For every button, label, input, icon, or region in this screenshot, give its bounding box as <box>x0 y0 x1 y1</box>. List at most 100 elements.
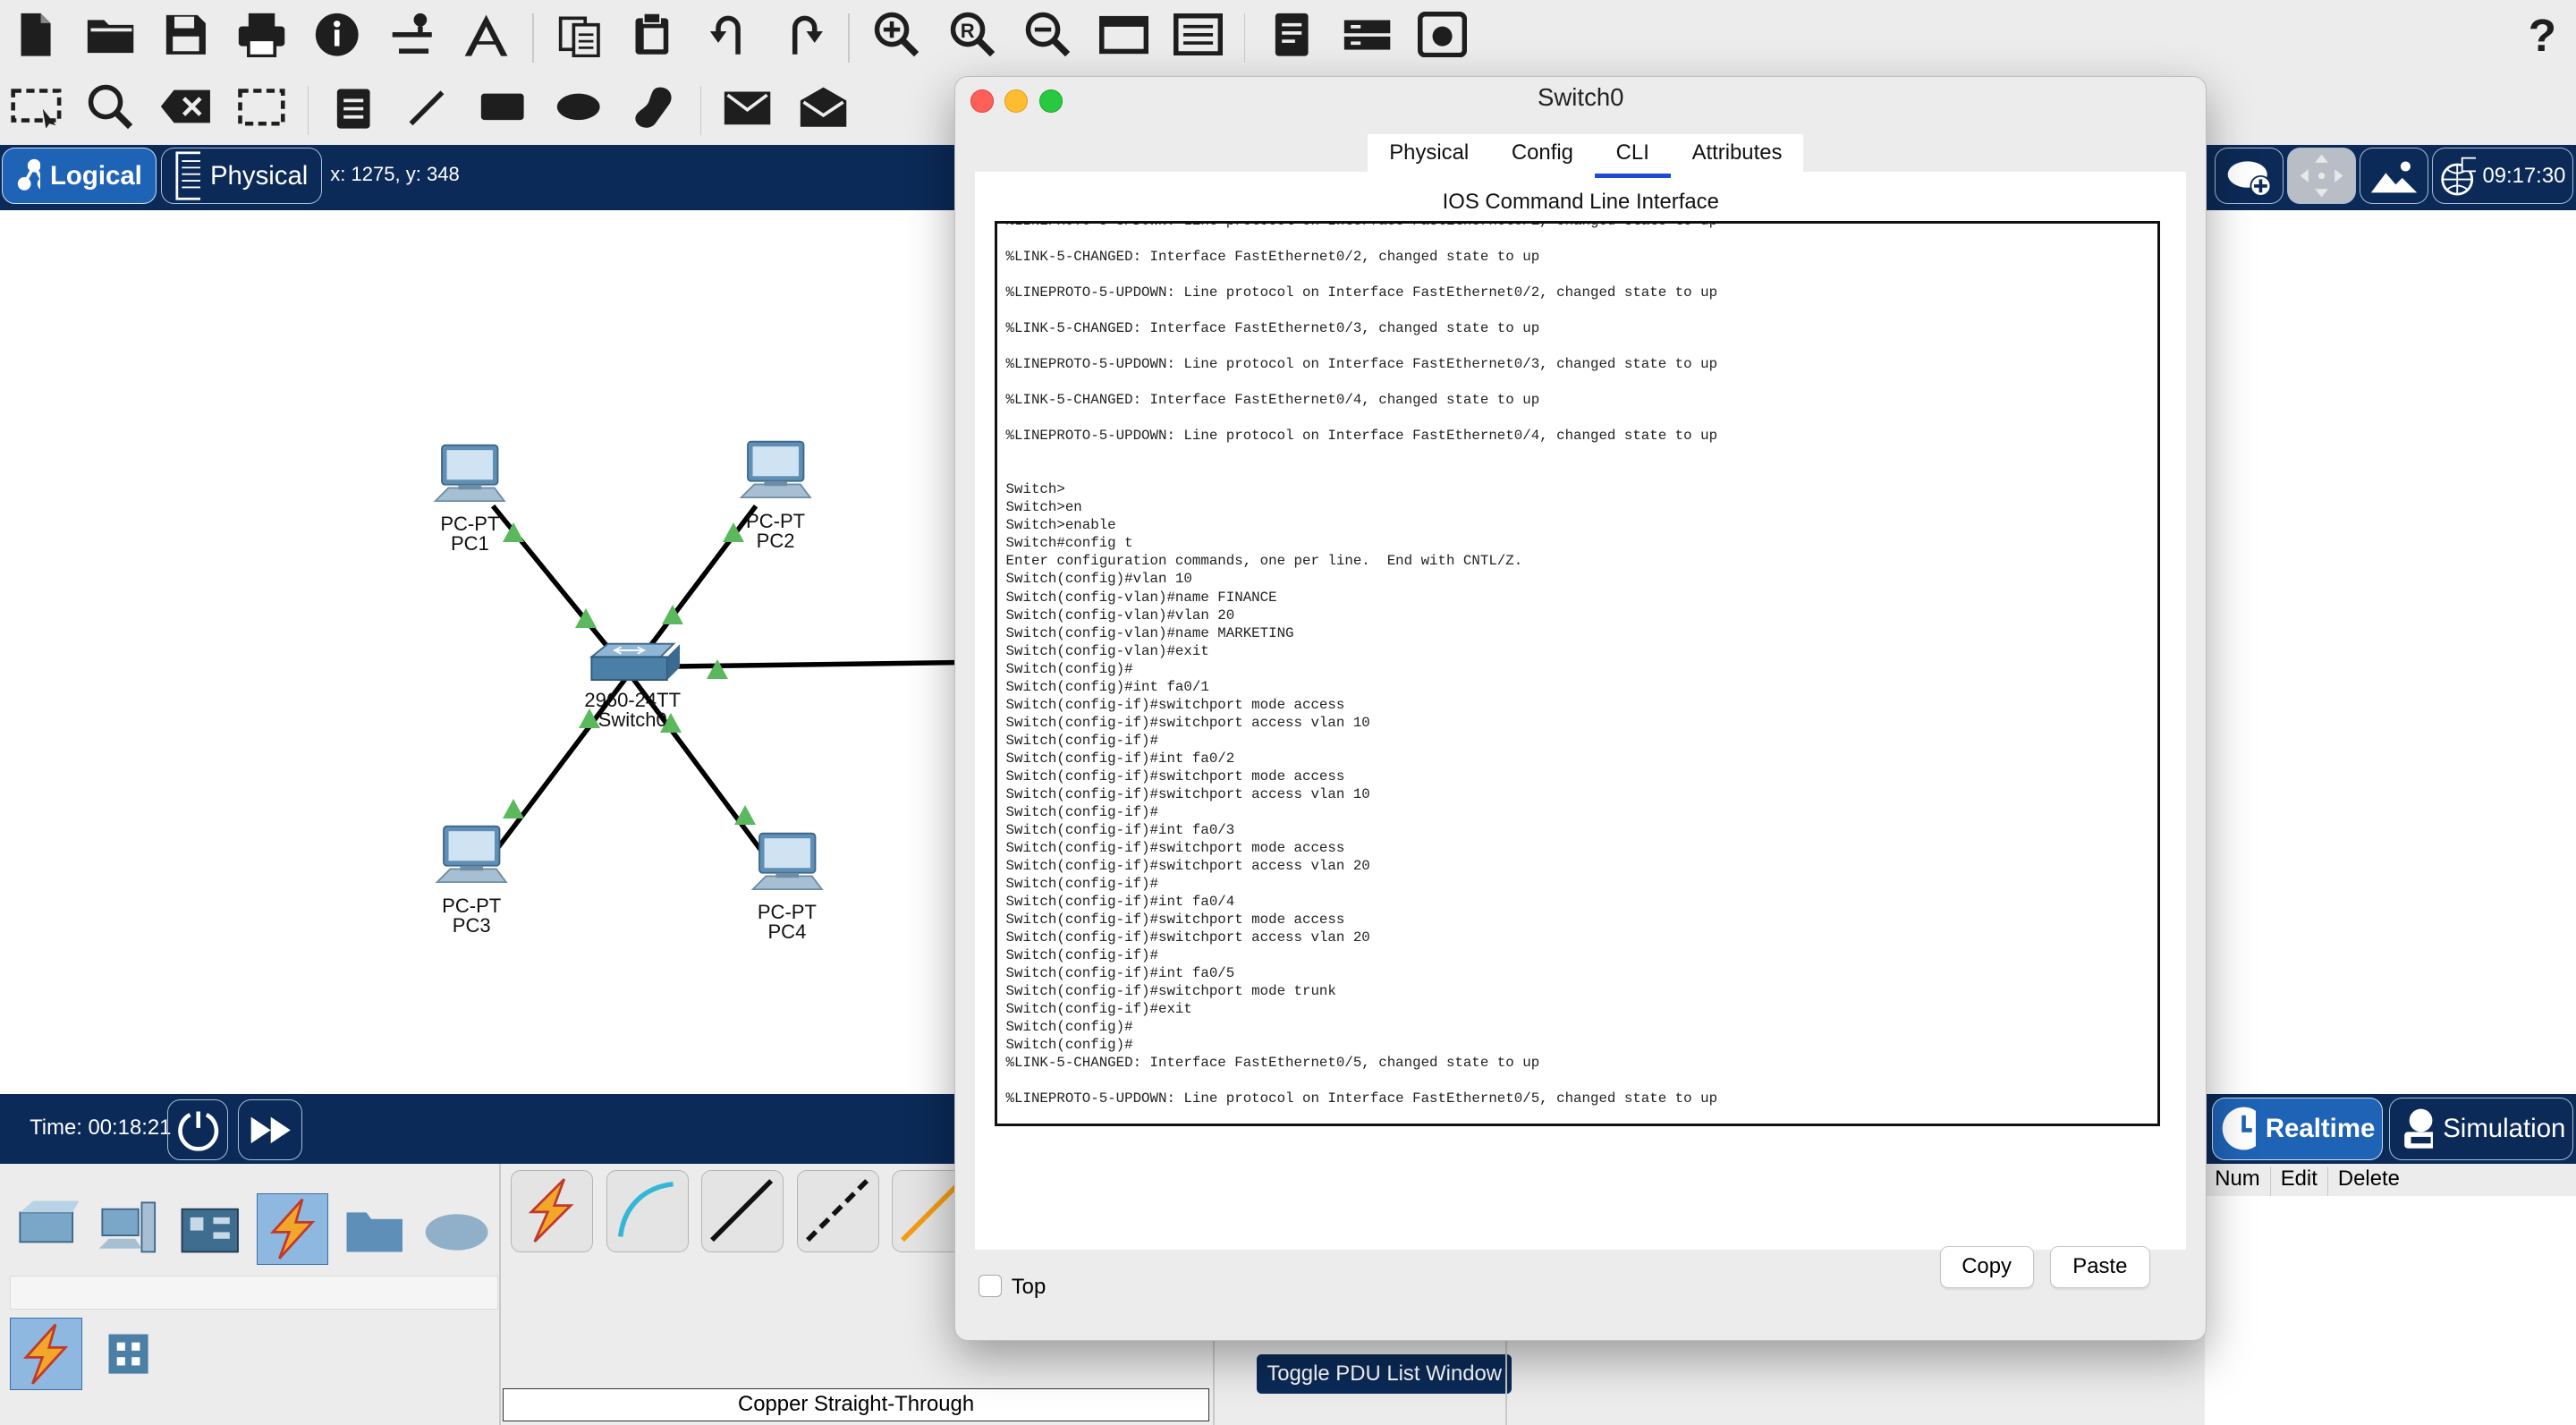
power-cycle-button[interactable] <box>167 1098 229 1161</box>
cluster-cloud-button[interactable] <box>2215 148 2284 204</box>
pc-icon <box>433 444 506 503</box>
link-status-up <box>574 607 597 628</box>
fast-forward-button[interactable] <box>238 1098 303 1161</box>
navigation-button[interactable] <box>2287 148 2357 204</box>
pdu-table-body <box>2205 1196 2576 1425</box>
tab-physical[interactable]: Physical <box>1368 134 1490 174</box>
draw-line-icon[interactable] <box>399 79 454 134</box>
main-toolbar: R ? <box>0 0 2576 72</box>
simple-pdu-icon[interactable] <box>720 79 775 134</box>
zoom-reset-icon[interactable]: R <box>945 6 1000 62</box>
copy-icon[interactable] <box>552 6 607 62</box>
viewport-clock-button[interactable]: 09:17:30 <box>2431 148 2573 204</box>
components-category-icon[interactable] <box>174 1193 247 1266</box>
pc3-device[interactable]: PC-PT PC3 <box>426 823 518 935</box>
drawing-palette-icon[interactable] <box>1096 6 1151 62</box>
fast-forward-icon <box>250 1116 291 1143</box>
elapsed-time: Time: 00:18:21 <box>30 1115 172 1141</box>
resize-shape-icon[interactable] <box>233 79 289 134</box>
freeform-icon[interactable] <box>626 79 682 134</box>
tab-attributes[interactable]: Attributes <box>1671 134 1804 174</box>
realtime-mode-button[interactable]: Realtime <box>2211 1098 2383 1160</box>
pc2-device[interactable]: PC-PT PC2 <box>730 438 822 550</box>
fiber-cable-option[interactable] <box>892 1169 964 1252</box>
inspect-icon[interactable] <box>82 79 138 134</box>
select-icon[interactable] <box>8 79 64 134</box>
pc-icon <box>739 441 812 499</box>
automatic-cable-option[interactable] <box>511 1169 594 1252</box>
switch-icon <box>589 643 681 682</box>
custom-device-icon[interactable] <box>459 6 514 62</box>
background-image-button[interactable] <box>2359 148 2429 204</box>
cli-output: %LINEPROTO-5-UPDOWN: Line protocol on In… <box>1005 221 1718 1107</box>
cli-panel: IOS Command Line Interface %LINEPROTO-5-… <box>975 172 2187 1288</box>
copper-straight-through-option[interactable] <box>701 1169 784 1252</box>
pdu-delete-column[interactable]: Delete <box>2328 1166 2410 1196</box>
cli-header: IOS Command Line Interface <box>1442 190 1719 215</box>
activity-wizard-icon[interactable] <box>1264 6 1319 62</box>
network-info-icon[interactable] <box>385 6 440 62</box>
copper-cross-over-option[interactable] <box>796 1169 879 1252</box>
help-icon[interactable]: ? <box>2514 6 2570 62</box>
print-icon[interactable] <box>233 6 289 62</box>
save-icon[interactable] <box>157 6 213 62</box>
pc1-device[interactable]: PC-PT PC1 <box>424 442 516 554</box>
cli-terminal[interactable]: %LINEPROTO-5-UPDOWN: Line protocol on In… <box>995 221 2160 1127</box>
network-devices-category-icon[interactable] <box>10 1193 82 1266</box>
logical-tab-label: Logical <box>49 160 142 191</box>
stopwatch-runner-icon <box>2404 1108 2434 1149</box>
physical-tab[interactable]: Physical <box>161 148 323 204</box>
place-note-icon[interactable] <box>326 79 381 134</box>
complex-pdu-icon[interactable] <box>795 79 851 134</box>
pdu-num-column[interactable]: Num <box>2205 1166 2271 1197</box>
logical-tab[interactable]: Logical <box>1 148 157 204</box>
tab-config[interactable]: Config <box>1490 134 1595 174</box>
undo-icon[interactable] <box>701 6 757 62</box>
paste-button[interactable]: Paste <box>2049 1246 2150 1288</box>
redo-icon[interactable] <box>775 6 831 62</box>
custom-devices-dialog-icon[interactable] <box>1170 6 1225 62</box>
pc4-device[interactable]: PC-PT PC4 <box>741 830 833 942</box>
clock-icon <box>2222 1107 2256 1150</box>
structured-cabling-icon[interactable] <box>92 1318 165 1390</box>
toggle-pdu-list-button[interactable]: Toggle PDU List Window <box>1257 1353 1513 1394</box>
zoom-out-icon[interactable] <box>1021 6 1076 62</box>
cursor-coordinates: x: 1275, y: 348 <box>330 162 460 185</box>
draw-rectangle-icon[interactable] <box>475 79 530 134</box>
switch0-dialog: Switch0 IOS Command Line Interface %LINE… <box>954 75 2207 1342</box>
multiuser-icon[interactable] <box>1415 6 1470 62</box>
simulation-mode-button[interactable]: Simulation <box>2388 1098 2573 1160</box>
info-icon[interactable] <box>309 6 364 62</box>
dialog-tabs: Physical Config CLI Attributes <box>1368 133 1804 178</box>
multiuser-connection-category-icon[interactable] <box>420 1193 493 1266</box>
top-checkbox[interactable] <box>979 1274 1002 1298</box>
copy-button[interactable]: Copy <box>1939 1246 2034 1288</box>
switch0-device[interactable]: 2960-24TT Switch0 <box>575 640 691 730</box>
connections-category-icon[interactable] <box>256 1192 329 1266</box>
pc3-model: PC-PT <box>442 894 502 917</box>
miscellaneous-category-icon[interactable] <box>338 1193 411 1266</box>
delete-icon[interactable] <box>157 79 213 134</box>
cloud-add-icon <box>2227 161 2272 197</box>
device-hub-icon[interactable] <box>1339 6 1394 62</box>
pc2-model: PC-PT <box>746 509 806 532</box>
connections-subcategory-icon[interactable] <box>10 1318 82 1391</box>
pdu-edit-column[interactable]: Edit <box>2271 1166 2328 1197</box>
link-status-up <box>706 658 728 679</box>
svg-text:?: ? <box>2529 10 2556 59</box>
globe-clock-icon <box>2441 157 2477 196</box>
new-file-icon[interactable] <box>8 6 64 62</box>
tab-cli[interactable]: CLI <box>1594 134 1671 178</box>
open-folder-icon[interactable] <box>82 6 138 62</box>
end-devices-category-icon[interactable] <box>92 1193 165 1266</box>
console-cable-option[interactable] <box>606 1169 689 1252</box>
category-subtitle-bar <box>10 1275 498 1310</box>
draw-ellipse-icon[interactable] <box>550 79 606 134</box>
clock-display: 09:17:30 <box>2482 163 2566 188</box>
selected-cable-label: Copper Straight-Through <box>503 1388 1210 1421</box>
paste-icon[interactable] <box>626 6 682 62</box>
pc2-name: PC2 <box>756 529 795 552</box>
zoom-in-icon[interactable] <box>869 6 925 62</box>
link-status-up <box>503 798 525 819</box>
dialog-title: Switch0 <box>1538 82 1624 111</box>
